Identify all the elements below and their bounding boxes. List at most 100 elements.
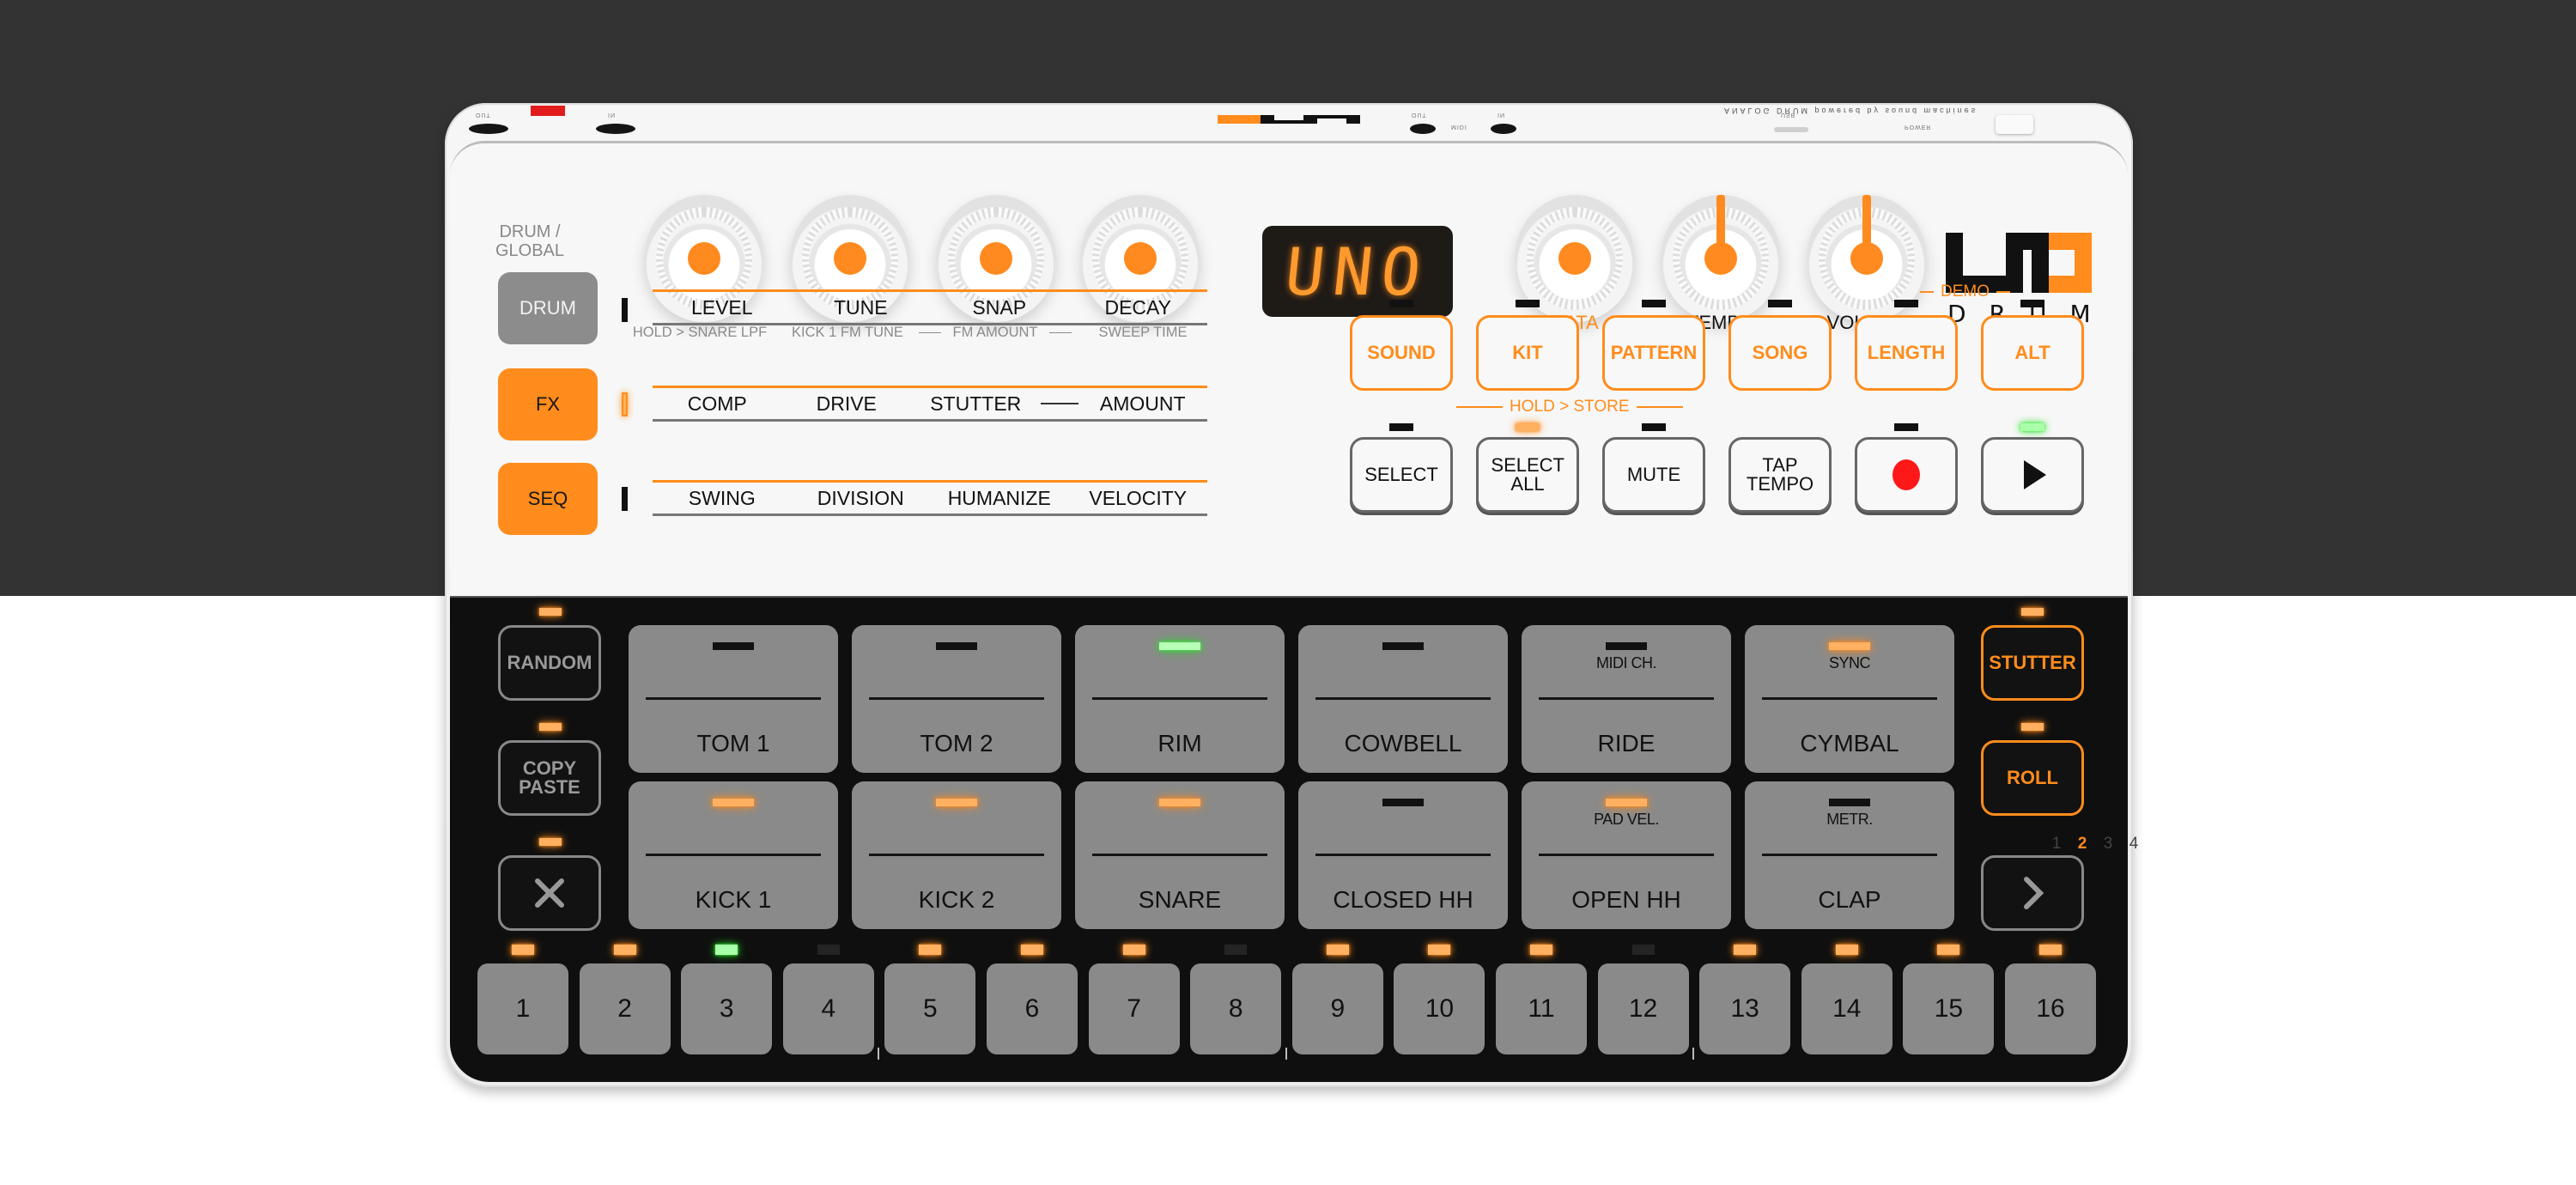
drum-pad[interactable]: MIDI CH. RIDE xyxy=(1522,625,1731,773)
step-button[interactable]: 3 xyxy=(681,963,773,1054)
step-button[interactable]: 12 xyxy=(1597,963,1689,1054)
drum-pad[interactable]: SYNC CYMBAL xyxy=(1745,625,1954,773)
alt-button[interactable]: ALT xyxy=(1981,315,2084,391)
audio-out-jack[interactable] xyxy=(469,124,508,134)
select-led xyxy=(1389,423,1413,431)
step-button[interactable]: 16 xyxy=(2005,963,2096,1054)
seq-mode-button[interactable]: SEQ xyxy=(498,463,598,535)
fx-mode-led xyxy=(622,392,628,416)
record-led xyxy=(1894,423,1918,431)
pad-divider xyxy=(1539,697,1714,700)
usb-port[interactable] xyxy=(1774,127,1808,132)
drum-global-label: DRUM / GLOBAL xyxy=(495,222,565,260)
midi-out-jack[interactable] xyxy=(1410,124,1436,134)
step-led xyxy=(512,945,534,955)
step-led xyxy=(817,945,840,955)
divider xyxy=(1049,332,1072,333)
pad-label: KICK 2 xyxy=(918,886,995,913)
mute-button[interactable]: MUTE xyxy=(1602,437,1705,513)
pattern-button[interactable]: PATTERN xyxy=(1602,315,1705,391)
random-button[interactable]: RANDOM xyxy=(498,625,601,701)
drum-pad[interactable]: PAD VEL. OPEN HH xyxy=(1522,781,1731,929)
clear-button[interactable] xyxy=(498,855,601,931)
length-button[interactable]: LENGTH xyxy=(1855,315,1958,391)
pad-divider xyxy=(646,697,821,700)
drum-pad[interactable]: RIM xyxy=(1075,625,1285,773)
tempo-knob[interactable] xyxy=(1661,195,1781,322)
audio-in-jack[interactable] xyxy=(596,124,635,134)
rear-label-power: POWER xyxy=(1905,124,1932,130)
step-led xyxy=(715,945,738,955)
step-button[interactable]: 14 xyxy=(1801,963,1893,1054)
select-button[interactable]: SELECT xyxy=(1350,437,1453,513)
rear-label-out: OUT xyxy=(476,112,491,118)
drum-pad[interactable]: CLOSED HH xyxy=(1298,781,1508,929)
param-label: DRIVE xyxy=(816,392,877,415)
record-button[interactable] xyxy=(1855,437,1958,513)
drum-pad[interactable]: KICK 1 xyxy=(629,781,838,929)
play-button[interactable] xyxy=(1981,437,2084,513)
knob-indicator-icon xyxy=(1558,242,1591,275)
roll-button[interactable]: ROLL xyxy=(1981,740,2084,816)
rear-label-in: IN xyxy=(608,112,616,118)
step-button[interactable]: 10 xyxy=(1394,963,1485,1054)
sub-label: HOLD > SNARE LPF xyxy=(632,325,768,340)
pad-divider xyxy=(1092,854,1267,856)
rear-label-midi: MIDI xyxy=(1451,124,1467,130)
drum-pad[interactable]: COWBELL xyxy=(1298,625,1508,773)
stutter-led xyxy=(2021,608,2044,616)
next-button[interactable] xyxy=(1981,855,2084,931)
param-label: DIVISION xyxy=(817,486,904,509)
copy-paste-button[interactable]: COPY PASTE xyxy=(498,740,601,816)
step-led xyxy=(1734,945,1757,955)
midi-in-jack[interactable] xyxy=(1491,124,1516,134)
power-switch[interactable] xyxy=(1996,115,2033,134)
roll-rate-2: 2 xyxy=(2077,835,2087,853)
display-readout: UNO xyxy=(1281,233,1434,310)
step-button[interactable]: 6 xyxy=(987,963,1078,1054)
drum-pad[interactable]: METR. CLAP xyxy=(1745,781,1954,929)
drum-pad[interactable]: TOM 1 xyxy=(629,625,838,773)
drum-pad[interactable]: KICK 2 xyxy=(852,781,1061,929)
step-button[interactable]: 4 xyxy=(782,963,874,1054)
bar-marker xyxy=(1692,1048,1695,1060)
step-button[interactable]: 7 xyxy=(1088,963,1180,1054)
sound-button[interactable]: SOUND xyxy=(1350,315,1453,391)
rear-label-midi-in: IN xyxy=(1498,112,1505,118)
select-all-button[interactable]: SELECT ALL xyxy=(1476,437,1579,513)
knob-indicator-icon xyxy=(1850,242,1883,275)
step-button[interactable]: 1 xyxy=(477,963,568,1054)
knob-indicator-icon xyxy=(1124,242,1157,275)
drum-pad[interactable]: SNARE xyxy=(1075,781,1285,929)
step-button[interactable]: 8 xyxy=(1190,963,1282,1054)
kit-button[interactable]: KIT xyxy=(1476,315,1579,391)
drum-mode-button[interactable]: DRUM xyxy=(498,272,598,344)
stutter-button[interactable]: STUTTER xyxy=(1981,625,2084,701)
step-led xyxy=(1631,945,1655,955)
step-button[interactable]: 2 xyxy=(579,963,671,1054)
knob-indicator-icon xyxy=(980,242,1012,275)
fx-param-row: COMP DRIVE STUTTER AMOUNT xyxy=(653,386,1207,422)
roll-rate-3: 3 xyxy=(2103,835,2113,853)
step-button[interactable]: 9 xyxy=(1291,963,1383,1054)
pad-divider xyxy=(1315,854,1491,856)
step-button[interactable]: 13 xyxy=(1699,963,1791,1054)
drum-pad[interactable]: TOM 2 xyxy=(852,625,1061,773)
pad-led xyxy=(936,642,977,650)
step-button[interactable]: 11 xyxy=(1496,963,1587,1054)
sub-label: KICK 1 FM TUNE xyxy=(792,325,903,340)
step-button[interactable]: 15 xyxy=(1903,963,1995,1054)
fx-mode-button[interactable]: FX xyxy=(498,368,598,441)
bar-marker xyxy=(1285,1048,1287,1060)
step-button[interactable]: 5 xyxy=(884,963,976,1054)
chevron-right-icon xyxy=(2024,877,2044,909)
led-display: UNO xyxy=(1262,226,1453,317)
param-label: COMP xyxy=(687,392,747,415)
bar-marker xyxy=(878,1048,880,1060)
song-button[interactable]: SONG xyxy=(1728,315,1832,391)
rear-logo-icon xyxy=(1218,115,1360,124)
param-label: DECAY xyxy=(1104,295,1172,319)
tap-tempo-button[interactable]: TAP TEMPO xyxy=(1728,437,1832,513)
pad-label: CYMBAL xyxy=(1800,730,1899,757)
pad-label: KICK 1 xyxy=(695,886,772,913)
